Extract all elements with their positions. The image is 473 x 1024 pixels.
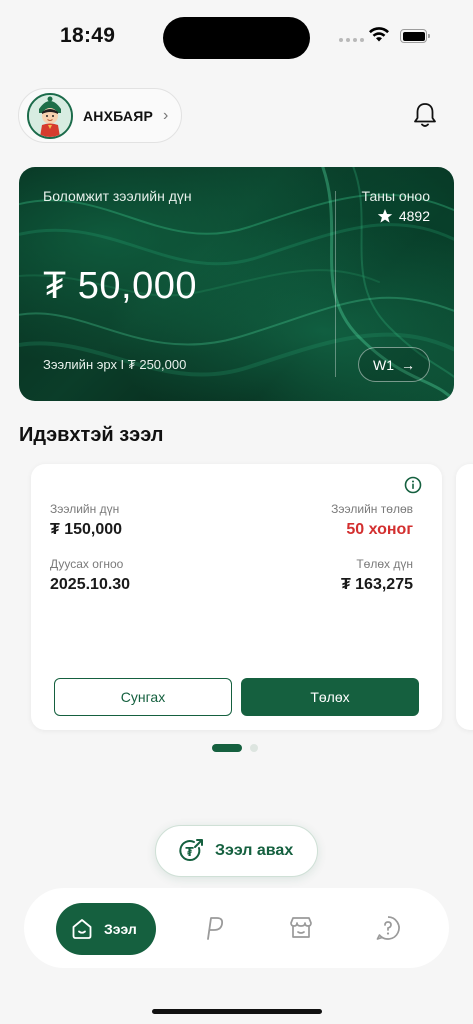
due-date-label: Дуусах огноо bbox=[50, 557, 124, 571]
battery-icon bbox=[400, 29, 430, 43]
get-loan-button[interactable]: ₮ Зээл авах bbox=[155, 825, 318, 877]
arrow-right-icon: → bbox=[401, 356, 415, 373]
home-icon bbox=[72, 919, 92, 939]
info-icon[interactable] bbox=[404, 476, 422, 494]
section-title: Идэвхтэй зээл bbox=[19, 424, 164, 446]
status-time: 18:49 bbox=[60, 24, 116, 47]
bottom-tab-bar: Зээл bbox=[24, 888, 449, 968]
pager-dot[interactable] bbox=[250, 744, 258, 752]
available-loan-card[interactable]: Боломжит зээлийн дүн ₮ 50,000 Зээлийн эр… bbox=[19, 167, 454, 401]
card-divider bbox=[335, 191, 336, 377]
home-indicator bbox=[152, 1009, 322, 1014]
score-value: 4892 bbox=[377, 208, 430, 224]
pay-amount-label: Төлөх дүн bbox=[356, 557, 413, 571]
available-amount: ₮ 50,000 bbox=[43, 265, 197, 307]
svg-text:₮: ₮ bbox=[185, 845, 194, 859]
carousel-pager bbox=[212, 744, 258, 752]
get-loan-label: Зээл авах bbox=[215, 842, 294, 859]
chevron-right-icon: › bbox=[163, 106, 169, 124]
loan-term-value: 50 хоног bbox=[346, 521, 413, 538]
dynamic-island bbox=[163, 17, 310, 59]
profile-name: АНХБАЯР bbox=[83, 107, 153, 124]
avatar bbox=[27, 92, 73, 139]
pager-dot-active[interactable] bbox=[212, 744, 242, 752]
extend-button[interactable]: Сунгах bbox=[54, 678, 232, 716]
p-icon[interactable] bbox=[200, 914, 228, 942]
score-label: Таны оноо bbox=[361, 188, 430, 204]
due-date-value: 2025.10.30 bbox=[50, 576, 131, 593]
star-icon bbox=[377, 209, 393, 223]
tier-label: W1 bbox=[373, 356, 394, 373]
credit-limit: Зээлийн эрх I ₮ 250,000 bbox=[43, 357, 187, 372]
loan-amount-value: ₮ 150,000 bbox=[50, 521, 123, 538]
next-loan-card-peek[interactable] bbox=[456, 464, 473, 730]
score-number: 4892 bbox=[398, 208, 430, 224]
tier-button[interactable]: W1 → bbox=[358, 347, 430, 382]
active-loan-card: Зээлийн дүн ₮ 150,000 Зээлийн төлөв 50 х… bbox=[31, 464, 442, 730]
notification-bell-icon[interactable] bbox=[412, 101, 438, 129]
status-bar: 18:49 bbox=[0, 0, 473, 70]
available-amount-label: Боломжит зээлийн дүн bbox=[43, 188, 192, 204]
signal-icon bbox=[339, 38, 364, 42]
loan-request-icon: ₮ bbox=[179, 839, 203, 862]
tab-loan[interactable]: Зээл bbox=[56, 903, 156, 955]
store-icon[interactable] bbox=[287, 914, 315, 942]
tab-loan-label: Зээл bbox=[104, 921, 137, 937]
pay-amount-value: ₮ 163,275 bbox=[340, 576, 413, 593]
loan-amount-label: Зээлийн дүн bbox=[50, 502, 120, 516]
wifi-icon bbox=[369, 27, 389, 42]
help-icon[interactable] bbox=[374, 914, 402, 942]
profile-chip[interactable]: АНХБАЯР › bbox=[18, 88, 182, 143]
pay-button[interactable]: Төлөх bbox=[241, 678, 419, 716]
loan-term-label: Зээлийн төлөв bbox=[331, 502, 413, 516]
